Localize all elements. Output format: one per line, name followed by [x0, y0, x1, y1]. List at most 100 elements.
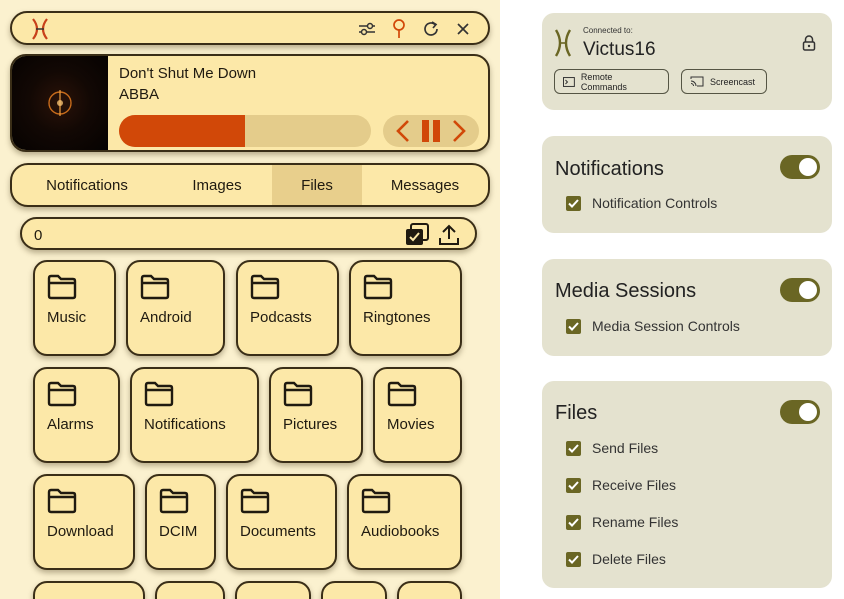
files-toggle[interactable]	[780, 400, 820, 424]
folder-tile[interactable]: Music	[33, 260, 116, 356]
folder-tile[interactable]	[321, 581, 387, 599]
send-files-option[interactable]: Send Files	[566, 440, 658, 456]
folder-name: Music	[47, 309, 87, 326]
folder-icon	[47, 381, 77, 407]
upload-icon[interactable]	[437, 223, 461, 247]
connected-label: Connected to:	[583, 26, 633, 35]
folder-name: Android	[140, 309, 192, 326]
folder-tile[interactable]: Download	[33, 474, 135, 570]
screencast-label: Screencast	[710, 76, 756, 87]
current-path: 0	[34, 227, 43, 244]
delete-files-option[interactable]: Delete Files	[566, 551, 666, 567]
select-all-icon[interactable]	[404, 223, 430, 247]
folder-tile[interactable]: Alarms	[33, 367, 120, 463]
checkbox-checked[interactable]	[566, 318, 581, 334]
folder-tile[interactable]: Documents	[226, 474, 337, 570]
folder-name: Audiobooks	[361, 523, 440, 540]
receive-files-option[interactable]: Receive Files	[566, 477, 676, 493]
media-player: Don't Shut Me Down ABBA	[10, 54, 490, 152]
folder-icon	[250, 274, 280, 300]
folder-icon	[144, 381, 174, 407]
folder-name: DCIM	[159, 523, 198, 540]
terminal-icon	[563, 76, 575, 87]
notification-controls-option[interactable]: Notification Controls	[566, 195, 717, 211]
app-logo-icon	[32, 18, 48, 40]
notifications-title: Notifications	[555, 158, 664, 180]
settings-panel: Connected to: Victus16 Remote Commands S…	[500, 0, 844, 599]
option-label: Send Files	[592, 440, 659, 456]
folder-icon	[363, 274, 393, 300]
option-label: Receive Files	[592, 477, 677, 493]
refresh-icon[interactable]	[420, 18, 442, 40]
checkbox-checked[interactable]	[566, 514, 581, 530]
remote-commands-label: Remote Commands	[580, 71, 627, 92]
folder-tile[interactable]	[397, 581, 462, 599]
remote-commands-button[interactable]: Remote Commands	[554, 69, 669, 94]
folder-name: Podcasts	[250, 309, 312, 326]
tab-messages[interactable]: Messages	[362, 165, 488, 205]
tab-images[interactable]: Images	[162, 165, 272, 205]
song-artist: ABBA	[119, 86, 160, 103]
folder-tile[interactable]: Pictures	[269, 367, 363, 463]
song-title: Don't Shut Me Down	[119, 65, 257, 82]
folder-tile[interactable]	[33, 581, 145, 599]
media-session-controls-option[interactable]: Media Session Controls	[566, 318, 740, 334]
tab-files[interactable]: Files	[272, 165, 362, 205]
pin-icon[interactable]	[388, 18, 410, 40]
files-title: Files	[555, 402, 598, 424]
progress-bar[interactable]	[119, 115, 371, 147]
rename-files-option[interactable]: Rename Files	[566, 514, 678, 530]
close-icon[interactable]	[452, 18, 474, 40]
checkbox-checked[interactable]	[566, 551, 581, 567]
folder-tile[interactable]: DCIM	[145, 474, 216, 570]
folder-tile[interactable]: Audiobooks	[347, 474, 462, 570]
files-card: Files Send Files Receive Files Rename Fi…	[542, 381, 832, 588]
next-icon[interactable]	[447, 117, 471, 145]
device-card: Connected to: Victus16 Remote Commands S…	[542, 13, 832, 110]
sliders-icon[interactable]	[356, 18, 378, 40]
media-sessions-title: Media Sessions	[555, 280, 697, 302]
folder-icon	[47, 488, 77, 514]
playback-controls	[383, 115, 479, 147]
folder-name: Alarms	[47, 416, 94, 433]
device-name: Victus16	[583, 39, 656, 60]
folder-tile[interactable]: Ringtones	[349, 260, 462, 356]
folder-name: Notifications	[144, 416, 226, 433]
folder-icon	[283, 381, 313, 407]
folder-icon	[140, 274, 170, 300]
option-label: Notification Controls	[592, 195, 718, 211]
album-art	[12, 56, 108, 150]
folder-icon	[387, 381, 417, 407]
lock-icon[interactable]	[802, 35, 816, 51]
folder-icon	[47, 274, 77, 300]
folder-tile[interactable]: Podcasts	[236, 260, 339, 356]
notifications-toggle[interactable]	[780, 155, 820, 179]
folder-icon	[361, 488, 391, 514]
folder-name: Ringtones	[363, 309, 431, 326]
tab-notifications[interactable]: Notifications	[12, 165, 162, 205]
folder-tile[interactable]	[155, 581, 225, 599]
media-sessions-card: Media Sessions Media Session Controls	[542, 259, 832, 356]
checkbox-checked[interactable]	[566, 440, 581, 456]
checkbox-checked[interactable]	[566, 477, 581, 493]
folder-name: Movies	[387, 416, 435, 433]
file-browser-app: Don't Shut Me Down ABBA Notifications Im…	[0, 0, 500, 599]
folder-name: Pictures	[283, 416, 338, 433]
checkbox-checked[interactable]	[566, 195, 581, 211]
folder-tile[interactable]: Notifications	[130, 367, 259, 463]
cast-icon	[690, 76, 704, 87]
folder-tile[interactable]: Android	[126, 260, 225, 356]
previous-icon[interactable]	[391, 117, 415, 145]
folder-name: Documents	[240, 523, 316, 540]
pause-icon[interactable]	[419, 117, 443, 145]
media-sessions-toggle[interactable]	[780, 278, 820, 302]
notifications-card: Notifications Notification Controls	[542, 136, 832, 233]
option-label: Delete Files	[592, 551, 666, 567]
folder-icon	[159, 488, 189, 514]
folder-tile[interactable]: Movies	[373, 367, 462, 463]
folder-tile[interactable]	[235, 581, 311, 599]
screencast-button[interactable]: Screencast	[681, 69, 767, 94]
path-bar: 0	[20, 217, 477, 250]
option-label: Rename Files	[592, 514, 679, 530]
tab-bar: Notifications Images Files Messages	[10, 163, 490, 207]
